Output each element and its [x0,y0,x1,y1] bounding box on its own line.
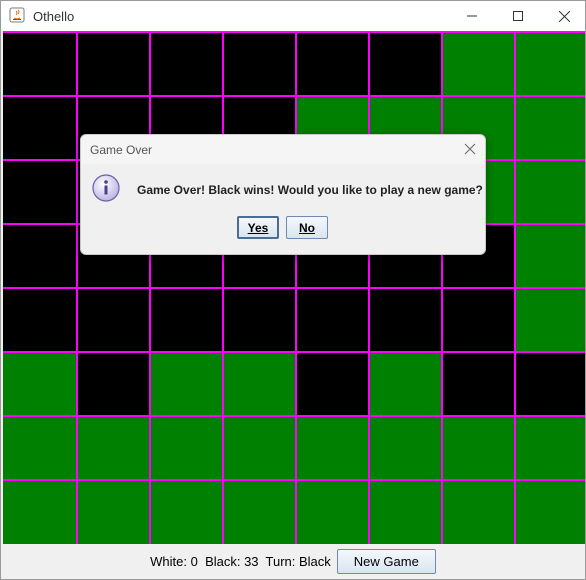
board-cell[interactable] [3,33,76,95]
minimize-icon [467,15,477,17]
dialog-title-bar: Game Over [81,135,485,164]
window-title: Othello [33,9,75,24]
board-cell[interactable] [78,353,149,415]
board-cell[interactable] [516,97,585,159]
board-cell[interactable] [370,481,441,544]
maximize-icon [513,11,523,21]
board-cell[interactable] [443,33,514,95]
board-cell[interactable] [516,225,585,287]
board-cell[interactable] [516,33,585,95]
close-window-button[interactable] [541,1,586,31]
board-cell[interactable] [3,225,76,287]
board-cell[interactable] [516,481,585,544]
board-cell[interactable] [151,289,222,351]
new-game-button[interactable]: New Game [336,549,436,574]
board-cell[interactable] [370,417,441,479]
board-cell[interactable] [151,481,222,544]
board-cell[interactable] [224,353,295,415]
board-cell[interactable] [516,417,585,479]
board-cell[interactable] [3,481,76,544]
java-app-icon [9,7,25,23]
board-cell[interactable] [370,289,441,351]
board-cell[interactable] [3,289,76,351]
board-cell[interactable] [3,97,76,159]
minimize-button[interactable] [449,1,495,31]
board-cell[interactable] [443,481,514,544]
no-button[interactable]: No [286,216,328,239]
board-cell[interactable] [516,161,585,223]
board-cell[interactable] [443,289,514,351]
board-cell[interactable] [3,353,76,415]
board-cell[interactable] [443,417,514,479]
dialog-title: Game Over [90,143,153,157]
maximize-button[interactable] [495,1,541,31]
score-status-text: White: 0 Black: 33 Turn: Black [150,554,331,569]
board-cell[interactable] [224,289,295,351]
othello-window: Othello White: 0 Black: 33 Turn: Black N… [0,0,586,580]
dialog-message: Game Over! Black wins! Would you like to… [137,183,483,197]
close-icon [558,10,570,22]
board-cell[interactable] [224,417,295,479]
yes-button[interactable]: Yes [237,216,279,239]
board-cell[interactable] [297,481,368,544]
board-cell[interactable] [3,417,76,479]
board-cell[interactable] [224,481,295,544]
board-cell[interactable] [516,289,585,351]
board-cell[interactable] [370,353,441,415]
board-cell[interactable] [297,417,368,479]
board-cell[interactable] [3,161,76,223]
status-bar: White: 0 Black: 33 Turn: Black New Game [1,544,585,579]
board-cell[interactable] [78,481,149,544]
title-bar: Othello [1,1,585,31]
board-cell[interactable] [151,417,222,479]
game-over-dialog: Game Over Game Over! Black wins! Would y… [80,134,486,255]
close-icon [464,143,476,155]
othello-board [3,31,585,544]
board-cell[interactable] [151,353,222,415]
board-cell[interactable] [443,353,514,415]
board-cell[interactable] [297,353,368,415]
board-cell[interactable] [297,289,368,351]
board-cell[interactable] [297,33,368,95]
board-cell[interactable] [78,289,149,351]
board-cell[interactable] [516,353,585,415]
board-cell[interactable] [78,33,149,95]
board-cell[interactable] [370,33,441,95]
dialog-close-button[interactable] [463,142,477,156]
board-cell[interactable] [224,33,295,95]
board-cell[interactable] [78,417,149,479]
info-icon [91,173,121,203]
board-cell[interactable] [151,33,222,95]
